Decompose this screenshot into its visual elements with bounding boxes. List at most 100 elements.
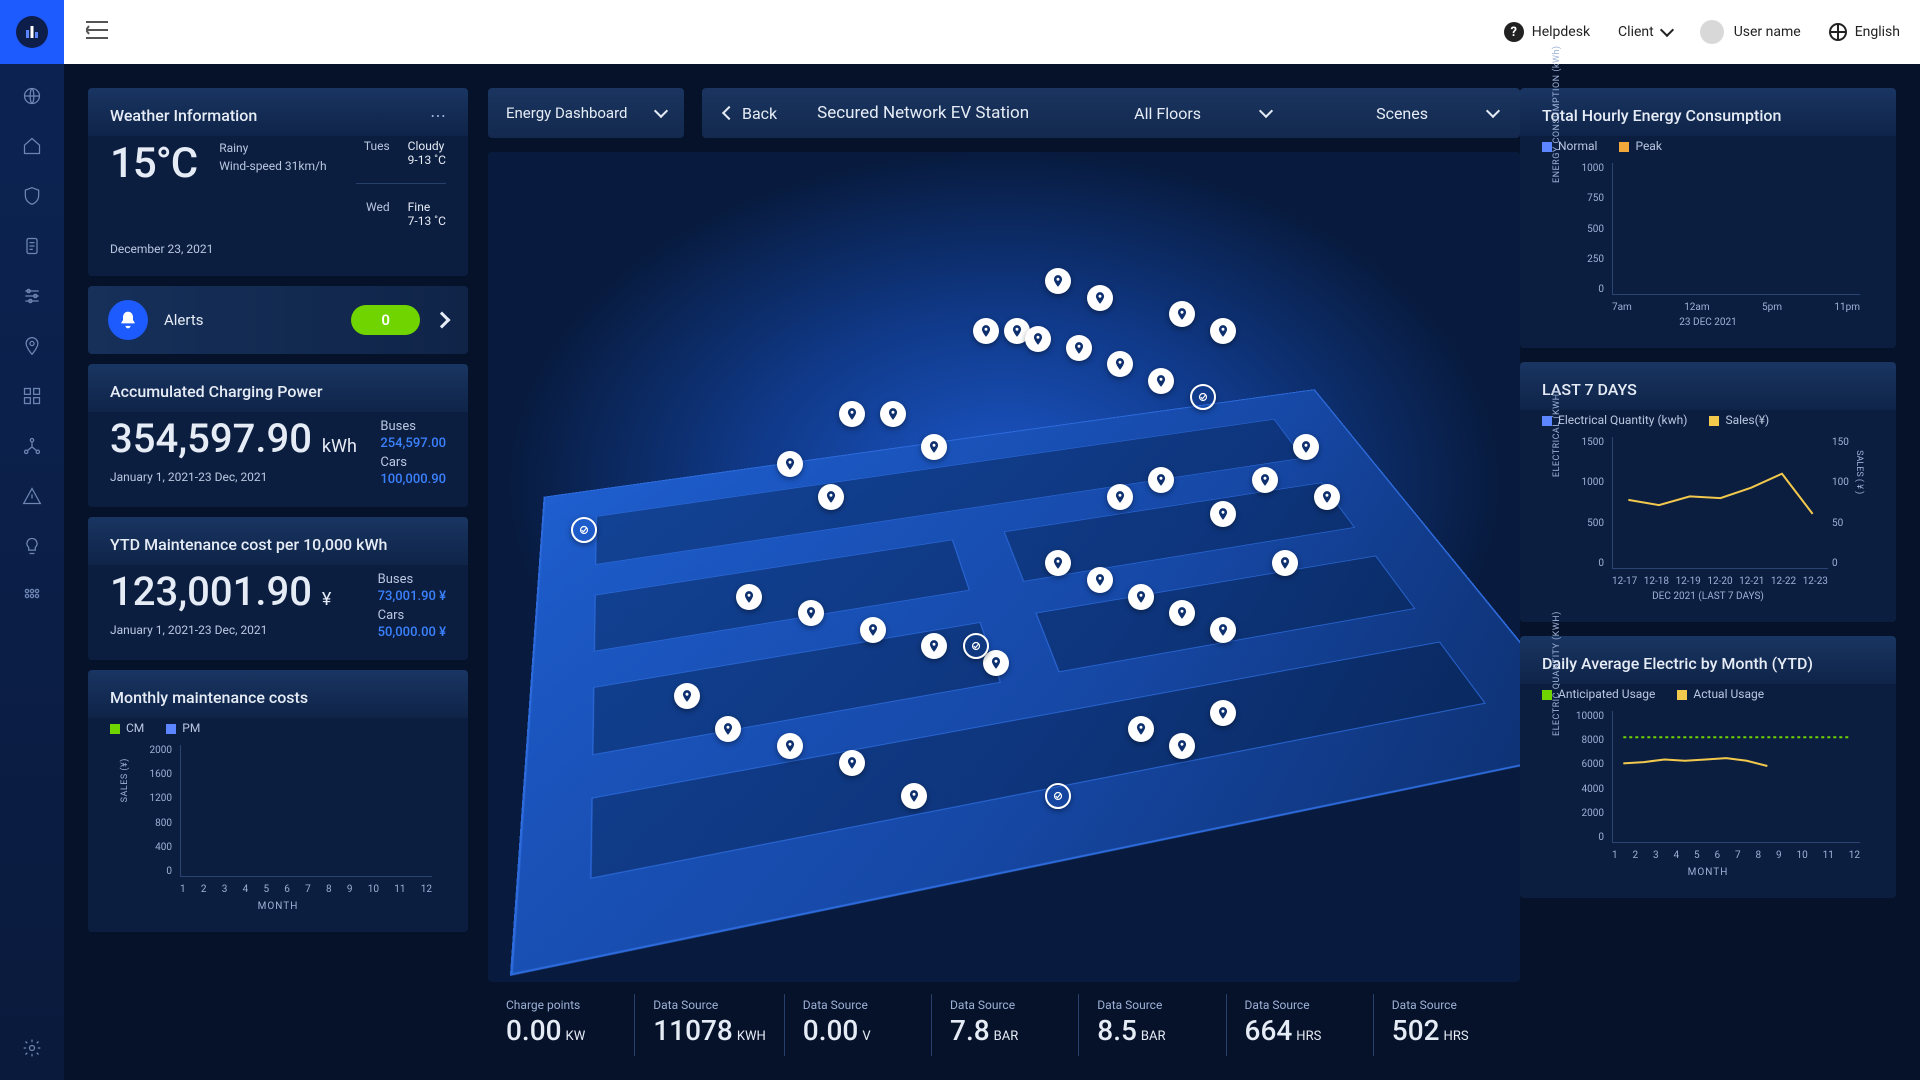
- kpi-value: 11078KWH: [653, 1014, 766, 1047]
- charger-pin-icon[interactable]: [880, 401, 906, 427]
- sensor-pin-icon[interactable]: [571, 517, 597, 543]
- back-button[interactable]: Back: [724, 104, 777, 123]
- user-menu[interactable]: User name: [1700, 20, 1801, 44]
- chevron-down-icon: [1660, 23, 1674, 37]
- charger-pin-icon[interactable]: [839, 401, 865, 427]
- charger-pin-icon[interactable]: [1252, 467, 1278, 493]
- nav-apps-icon[interactable]: [20, 584, 44, 608]
- charger-pin-icon[interactable]: [860, 617, 886, 643]
- kpi-value: 8.5BAR: [1097, 1014, 1207, 1047]
- charger-pin-icon[interactable]: [798, 600, 824, 626]
- energy-dashboard-dropdown[interactable]: Energy Dashboard: [488, 88, 684, 138]
- helpdesk-link[interactable]: ? Helpdesk: [1504, 22, 1590, 42]
- user-name: User name: [1734, 24, 1801, 40]
- charger-pin-icon[interactable]: [1210, 617, 1236, 643]
- help-icon: ?: [1504, 22, 1524, 42]
- daily-avg-chart: ELECTRIC QUANTITY (KWH) 1000080006000400…: [1542, 711, 1874, 861]
- weather-temp: 15°C: [110, 139, 197, 188]
- accumulated-power-card: Accumulated Charging Power 354,597.90 kW…: [88, 364, 468, 507]
- kpi-cell: Data Source 0.00V: [784, 994, 931, 1056]
- viewport-canvas[interactable]: [488, 152, 1520, 982]
- kpi-value: 502HRS: [1392, 1014, 1502, 1047]
- nav-sliders-icon[interactable]: [20, 284, 44, 308]
- charger-pin-icon[interactable]: [1169, 301, 1195, 327]
- kpi-label: Data Source: [653, 998, 766, 1012]
- scenes-dropdown[interactable]: Scenes: [1376, 104, 1498, 123]
- charger-pin-icon[interactable]: [839, 750, 865, 776]
- hourly-consumption-card: Total Hourly Energy Consumption Normal P…: [1520, 88, 1896, 348]
- nav-grid-icon[interactable]: [20, 384, 44, 408]
- weather-condition: Rainy: [219, 139, 326, 157]
- nav-alert-icon[interactable]: [20, 484, 44, 508]
- kpi-cell: Data Source 664HRS: [1226, 994, 1373, 1056]
- maint-value: 123,001.90: [110, 568, 312, 615]
- charger-pin-icon[interactable]: [1210, 318, 1236, 344]
- charger-pin-icon[interactable]: [1314, 484, 1340, 510]
- charger-pin-icon[interactable]: [777, 451, 803, 477]
- charger-pin-icon[interactable]: [1210, 501, 1236, 527]
- nav-globe-icon[interactable]: [20, 84, 44, 108]
- acc-power-title: Accumulated Charging Power: [110, 382, 446, 401]
- charger-pin-icon[interactable]: [674, 683, 700, 709]
- charger-pin-icon[interactable]: [736, 584, 762, 610]
- kpi-label: Data Source: [950, 998, 1060, 1012]
- monthly-title: Monthly maintenance costs: [110, 688, 446, 707]
- kpi-label: Data Source: [1097, 998, 1207, 1012]
- forecast-day1-name: Tues: [356, 139, 390, 167]
- nav-pin-icon[interactable]: [20, 334, 44, 358]
- maintenance-cost-card: YTD Maintenance cost per 10,000 kWh 123,…: [88, 517, 468, 660]
- language-dropdown[interactable]: English: [1829, 23, 1900, 41]
- charger-pin-icon[interactable]: [1066, 335, 1092, 361]
- monthly-chart: SALES (¥) 2000160012008004000: [110, 745, 446, 895]
- sensor-pin-icon[interactable]: [1190, 384, 1216, 410]
- nav-home-icon[interactable]: [20, 134, 44, 158]
- chevron-down-icon: [1259, 104, 1273, 118]
- nav-network-icon[interactable]: [20, 434, 44, 458]
- charger-pin-icon[interactable]: [1210, 700, 1236, 726]
- app-logo[interactable]: [0, 0, 64, 64]
- maint-unit: ¥: [322, 589, 331, 610]
- nav-shield-icon[interactable]: [20, 184, 44, 208]
- chevron-down-icon: [1486, 104, 1500, 118]
- maint-range: January 1, 2021-23 Dec, 2021: [110, 623, 331, 637]
- kpi-strip: Charge points 0.00KW Data Source 11078KW…: [488, 994, 1520, 1056]
- nav-bulb-icon[interactable]: [20, 534, 44, 558]
- alerts-label: Alerts: [164, 311, 204, 329]
- daily-avg-card: Daily Average Electric by Month (YTD) An…: [1520, 636, 1896, 898]
- bell-icon: [108, 300, 148, 340]
- charger-pin-icon[interactable]: [1087, 285, 1113, 311]
- charger-pin-icon[interactable]: [1169, 733, 1195, 759]
- client-dropdown[interactable]: Client: [1618, 24, 1672, 40]
- kpi-value: 0.00KW: [506, 1014, 616, 1047]
- floors-dropdown[interactable]: All Floors: [1134, 104, 1271, 123]
- kpi-cell: Charge points 0.00KW: [488, 994, 634, 1056]
- alerts-card[interactable]: Alerts 0: [88, 286, 468, 354]
- weather-wind: Wind-speed 31km/h: [219, 157, 326, 175]
- weather-date: December 23, 2021: [110, 242, 446, 256]
- charger-pin-icon[interactable]: [1025, 326, 1051, 352]
- charger-pin-icon[interactable]: [777, 733, 803, 759]
- kpi-label: Data Source: [803, 998, 913, 1012]
- card-more-icon[interactable]: ⋯: [430, 106, 448, 125]
- chevron-right-icon: [436, 311, 448, 330]
- alerts-count: 0: [351, 305, 420, 335]
- charger-pin-icon[interactable]: [1148, 368, 1174, 394]
- nav-settings-icon[interactable]: [20, 1036, 44, 1060]
- viewport-breadcrumb-bar: Back Secured Network EV Station All Floo…: [702, 88, 1520, 138]
- charger-pin-icon[interactable]: [1128, 584, 1154, 610]
- sidebar-toggle-icon[interactable]: [86, 21, 108, 43]
- last7-chart: ELECTRICAL (KWH) SALES ( ¥ ) 15001000500…: [1542, 437, 1874, 587]
- sensor-pin-icon[interactable]: [963, 633, 989, 659]
- charger-pin-icon[interactable]: [1107, 484, 1133, 510]
- last7-card: LAST 7 DAYS Electrical Quantity (kwh) Sa…: [1520, 362, 1896, 622]
- helpdesk-label: Helpdesk: [1532, 24, 1590, 40]
- globe-icon: [1829, 23, 1847, 41]
- sensor-pin-icon[interactable]: [1045, 783, 1071, 809]
- charger-pin-icon[interactable]: [1107, 351, 1133, 377]
- charger-pin-icon[interactable]: [973, 318, 999, 344]
- charger-pin-icon[interactable]: [1045, 268, 1071, 294]
- charger-pin-icon[interactable]: [1087, 567, 1113, 593]
- nav-clipboard-icon[interactable]: [20, 234, 44, 258]
- charger-pin-icon[interactable]: [901, 783, 927, 809]
- charger-pin-icon[interactable]: [1293, 434, 1319, 460]
